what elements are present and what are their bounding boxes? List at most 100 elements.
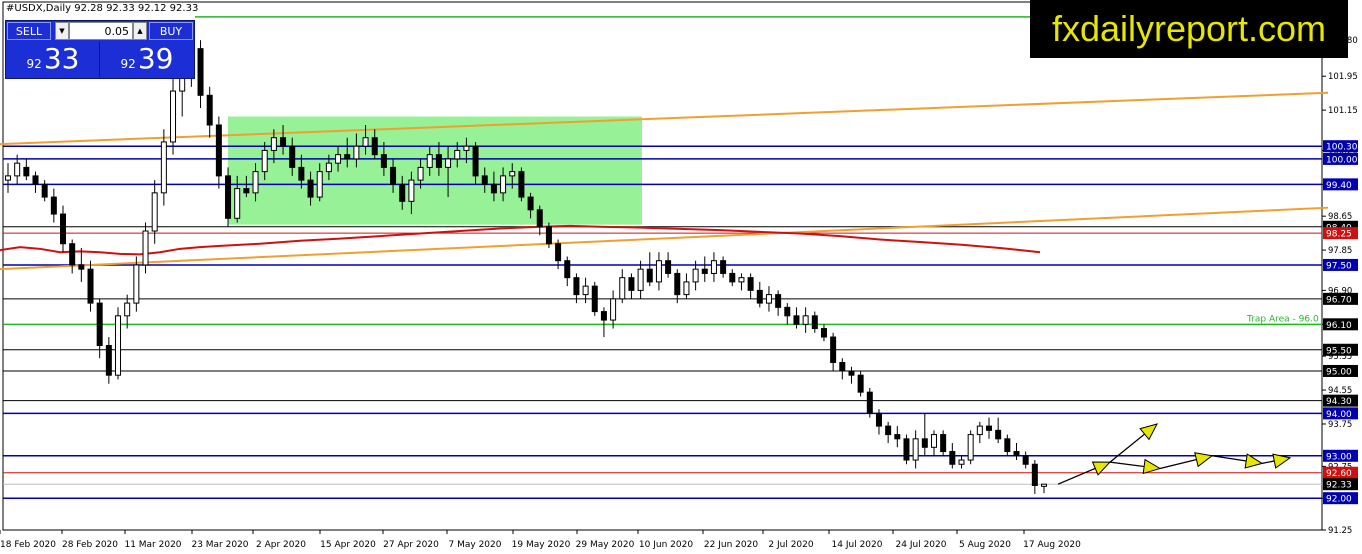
candle-body-1 bbox=[14, 162, 21, 177]
candle-body-14 bbox=[133, 264, 140, 304]
candle-body-58 bbox=[536, 209, 543, 228]
trendline-0 bbox=[0, 91, 1329, 146]
candle-body-57 bbox=[527, 196, 534, 211]
candle-body-35 bbox=[325, 162, 332, 173]
x-tick-label-11: 22 Jun 2020 bbox=[704, 540, 758, 550]
bid-price[interactable]: 92 33 bbox=[7, 42, 100, 77]
candle-body-91 bbox=[839, 361, 846, 372]
y-tick-label-9: 98.65 bbox=[1328, 212, 1352, 222]
candle-body-109 bbox=[1004, 438, 1011, 453]
level-tag-label-11: 94.00 bbox=[1326, 410, 1352, 420]
ask-price[interactable]: 92 39 bbox=[101, 42, 193, 77]
lot-size-field[interactable]: 0.05 bbox=[69, 22, 133, 40]
level-tag-label-15: 92.00 bbox=[1326, 495, 1352, 505]
candle-body-103 bbox=[949, 451, 956, 465]
candle-body-113 bbox=[1041, 483, 1047, 487]
x-tick-label-15: 5 Aug 2020 bbox=[959, 540, 1011, 550]
candle-body-8 bbox=[78, 264, 85, 270]
candle-body-53 bbox=[490, 183, 497, 194]
level-tag-label-13: 92.60 bbox=[1326, 469, 1352, 479]
candle-body-88 bbox=[811, 315, 818, 330]
candle-body-62 bbox=[573, 277, 580, 296]
bid-price-major: 92 bbox=[26, 57, 42, 71]
level-tag-label-12: 93.00 bbox=[1326, 452, 1352, 462]
candle-body-16 bbox=[151, 192, 158, 232]
candle-body-108 bbox=[995, 429, 1002, 440]
candle-body-73 bbox=[674, 272, 681, 296]
candle-body-107 bbox=[985, 425, 992, 431]
candle-body-90 bbox=[830, 336, 837, 363]
x-tick-label-10: 10 Jun 2020 bbox=[639, 540, 693, 550]
candle-body-0 bbox=[5, 175, 11, 181]
candle-body-78 bbox=[720, 260, 727, 274]
level-tag-label-8: 95.50 bbox=[1326, 346, 1352, 356]
candle-body-52 bbox=[481, 175, 488, 185]
candle-body-28 bbox=[261, 149, 268, 173]
x-tick-label-12: 2 Jul 2020 bbox=[768, 540, 813, 550]
candle-body-49 bbox=[454, 149, 461, 160]
level-tag-label-7: 96.10 bbox=[1326, 321, 1352, 331]
candle-body-64 bbox=[591, 285, 598, 313]
candle-body-100 bbox=[921, 438, 928, 448]
candle-body-61 bbox=[564, 260, 571, 279]
candle-body-44 bbox=[408, 179, 415, 202]
x-tick-label-2: 11 Mar 2020 bbox=[124, 540, 181, 550]
lot-decrease-icon[interactable]: ▼ bbox=[55, 22, 69, 40]
x-tick-label-16: 17 Aug 2020 bbox=[1023, 540, 1081, 550]
x-tick-label-3: 23 Mar 2020 bbox=[191, 540, 248, 550]
candle-body-65 bbox=[600, 311, 607, 321]
bid-price-pips: 33 bbox=[43, 42, 80, 75]
candle-body-79 bbox=[729, 272, 736, 283]
candle-body-101 bbox=[930, 434, 937, 448]
candle-body-40 bbox=[371, 137, 378, 156]
candle-body-76 bbox=[701, 268, 708, 274]
candle-body-54 bbox=[500, 175, 507, 194]
level-tag-label-5: 97.50 bbox=[1326, 261, 1352, 271]
buy-button[interactable]: BUY bbox=[149, 22, 193, 40]
candle-body-60 bbox=[555, 243, 562, 262]
candle-body-92 bbox=[848, 370, 855, 376]
x-tick-label-1: 28 Feb 2020 bbox=[62, 540, 118, 550]
x-tick-label-4: 2 Apr 2020 bbox=[256, 540, 306, 550]
candle-body-25 bbox=[234, 188, 241, 219]
candle-body-84 bbox=[775, 294, 782, 308]
candle-body-11 bbox=[105, 345, 112, 376]
candle-body-48 bbox=[445, 158, 452, 168]
y-tick-label-0: 91.25 bbox=[1328, 526, 1352, 536]
candle-body-110 bbox=[1013, 451, 1020, 457]
candle-body-39 bbox=[362, 137, 369, 147]
candle-body-102 bbox=[940, 434, 947, 453]
candle-body-10 bbox=[96, 302, 103, 347]
candle-body-99 bbox=[912, 438, 919, 461]
candle-body-9 bbox=[87, 268, 94, 304]
candle-body-24 bbox=[225, 175, 232, 219]
price-chart: Trap Area - 96.091.2592.0092.7593.7594.5… bbox=[0, 1, 1358, 550]
candle-body-51 bbox=[472, 145, 479, 177]
y-tick-label-12: 101.15 bbox=[1328, 106, 1358, 116]
candle-body-21 bbox=[197, 48, 204, 96]
candle-body-75 bbox=[692, 268, 699, 283]
candle-body-41 bbox=[380, 154, 387, 168]
x-tick-label-9: 29 May 2020 bbox=[576, 540, 635, 550]
lot-increase-icon[interactable]: ▲ bbox=[133, 22, 147, 40]
candle-body-23 bbox=[215, 124, 222, 177]
candle-body-98 bbox=[903, 438, 910, 461]
candle-body-33 bbox=[307, 179, 314, 198]
candle-body-34 bbox=[316, 171, 323, 198]
candle-body-26 bbox=[243, 188, 250, 194]
candle-body-77 bbox=[710, 260, 717, 274]
candle-body-67 bbox=[619, 277, 626, 300]
level-tag-label-1: 100.00 bbox=[1326, 155, 1358, 165]
y-tick-label-4: 94.55 bbox=[1328, 386, 1352, 396]
candle-body-29 bbox=[270, 137, 277, 151]
sell-button[interactable]: SELL bbox=[7, 22, 51, 40]
candle-body-6 bbox=[60, 213, 67, 245]
symbol-title: #USDX,Daily 92.28 92.33 92.12 92.33 bbox=[6, 3, 199, 14]
candle-body-83 bbox=[765, 294, 772, 304]
projection-arrow-2 bbox=[1194, 452, 1214, 468]
candle-body-31 bbox=[289, 145, 296, 168]
x-tick-label-5: 15 Apr 2020 bbox=[320, 540, 376, 550]
candle-body-3 bbox=[32, 175, 39, 185]
candle-body-17 bbox=[160, 141, 167, 194]
candle-body-15 bbox=[142, 230, 149, 266]
